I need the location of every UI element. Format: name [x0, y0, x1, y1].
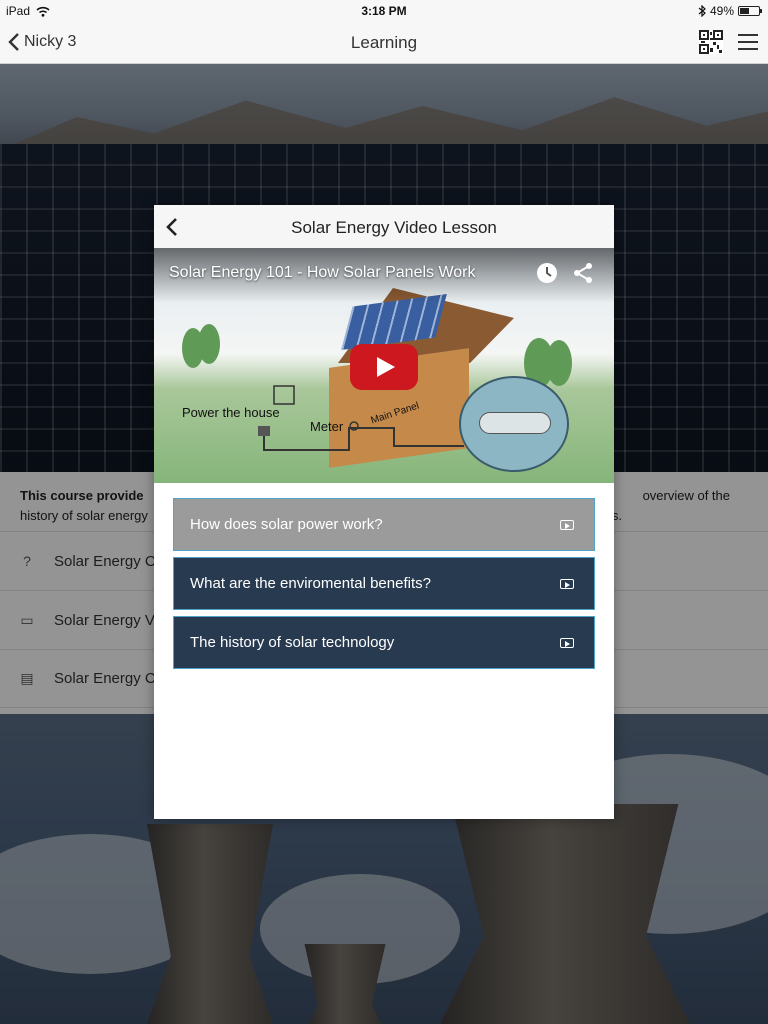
meter-illustration	[459, 376, 569, 472]
page-title: Learning	[350, 33, 418, 52]
play-video-icon	[560, 519, 574, 530]
topic-how-solar-works[interactable]: How does solar power work?	[173, 498, 595, 551]
navigation-bar: Nicky 3 Learning	[0, 22, 768, 64]
modal-title: Solar Energy Video Lesson	[291, 218, 497, 237]
tree-illustration	[546, 340, 572, 386]
qr-code-icon[interactable]	[698, 29, 724, 55]
clock-icon[interactable]	[536, 262, 558, 284]
tree-illustration	[198, 324, 220, 364]
modal-header: Solar Energy Video Lesson	[154, 205, 614, 248]
battery-percent: 49%	[709, 4, 734, 18]
battery-icon	[738, 6, 762, 16]
topic-environmental-benefits[interactable]: What are the enviromental benefits?	[173, 557, 595, 610]
play-video-icon	[560, 637, 574, 648]
video-label-power: Power the house	[182, 405, 280, 420]
video-lesson-modal: Solar Energy Video Lesson Power the hous…	[154, 205, 614, 819]
video-label-meter: Meter	[310, 419, 344, 434]
status-time: 3:18 PM	[361, 4, 407, 18]
topic-label: The history of solar technology	[190, 634, 395, 651]
video-player[interactable]: Power the house Meter Main Panel Solar E…	[154, 248, 614, 483]
status-right: 49%	[698, 4, 762, 18]
hamburger-menu-icon[interactable]	[738, 34, 758, 50]
topic-history-solar[interactable]: The history of solar technology	[173, 616, 595, 669]
topic-label: How does solar power work?	[190, 516, 383, 533]
video-title: Solar Energy 101 - How Solar Panels Work	[169, 264, 476, 281]
battery-fill	[740, 8, 749, 14]
share-icon[interactable]	[572, 262, 594, 284]
play-video-icon	[560, 578, 574, 589]
status-bar: iPad 3:18 PM 49%	[0, 0, 768, 22]
bluetooth-icon	[698, 5, 706, 17]
youtube-play-icon[interactable]	[350, 344, 418, 390]
topic-label: What are the enviromental benefits?	[190, 575, 431, 592]
